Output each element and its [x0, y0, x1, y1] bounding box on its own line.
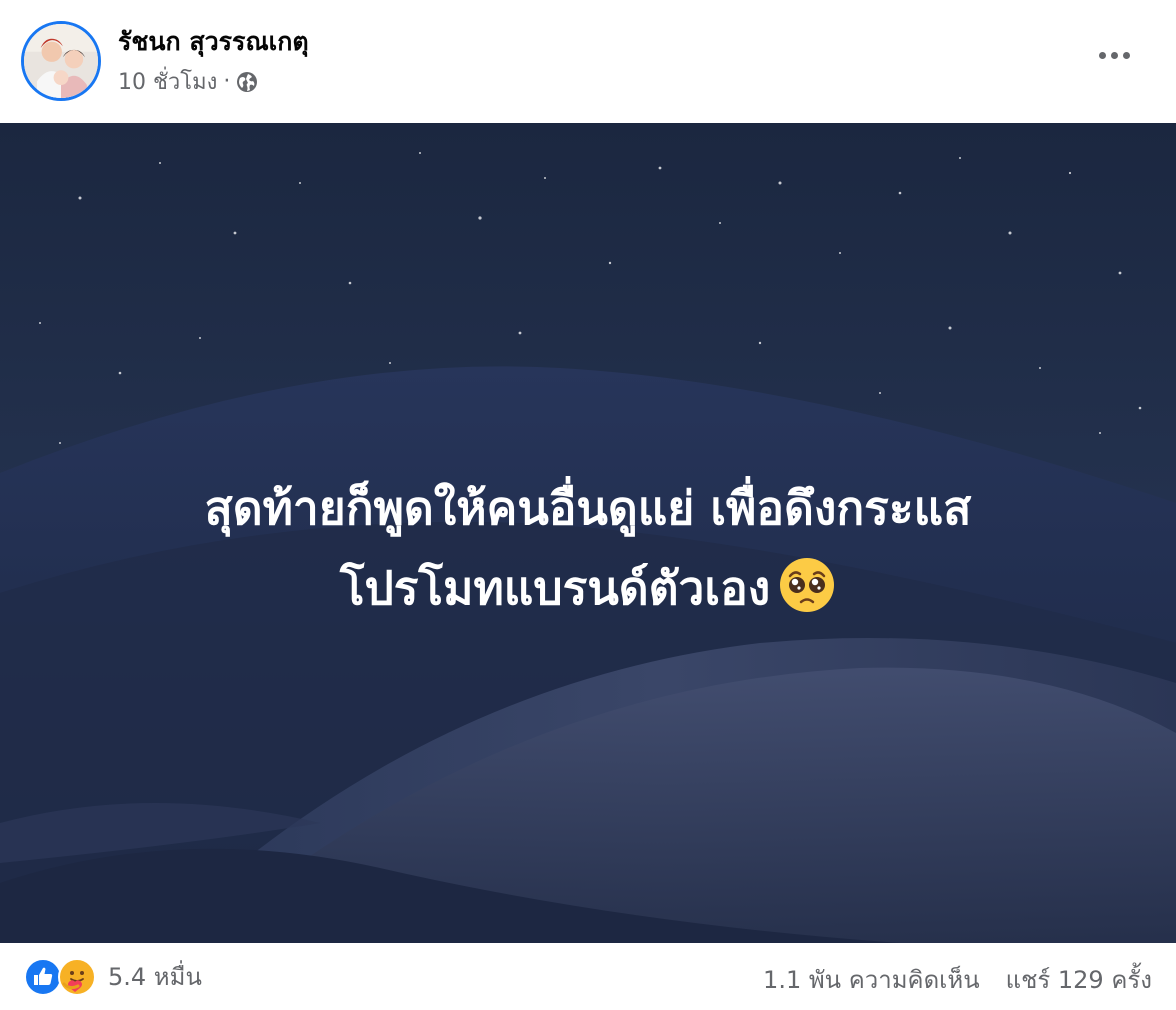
meta-separator: · — [223, 69, 231, 94]
reaction-count: 5.4 หมื่น — [108, 963, 202, 991]
post-stats: 1.1 พัน ความคิดเห็น แชร์ 129 ครั้ง — [763, 960, 1152, 999]
post-header: รัชนก สุวรรณเกตุ 10 ชั่วโมง · — [0, 0, 1176, 123]
pleading-face-emoji — [780, 558, 835, 612]
more-options-button[interactable] — [1094, 40, 1134, 70]
reactions-summary[interactable]: 5.4 หมื่น — [24, 957, 202, 996]
more-options-icon — [1098, 51, 1106, 59]
comment-count[interactable]: 1.1 พัน ความคิดเห็น — [763, 960, 980, 999]
avatar-photo — [24, 24, 98, 98]
avatar[interactable] — [21, 21, 101, 101]
author-name[interactable]: รัชนก สุวรรณเกตุ — [118, 22, 309, 62]
post-footer: 5.4 หมื่น 1.1 พัน ความคิดเห็น แชร์ 129 ค… — [0, 943, 1176, 1010]
facebook-post: รัชนก สุวรรณเกตุ 10 ชั่วโมง · สุดท้ายก็พ… — [0, 0, 1176, 1010]
share-count[interactable]: แชร์ 129 ครั้ง — [1006, 960, 1152, 999]
care-icon — [58, 957, 96, 996]
post-text-line-1: สุดท้ายก็พูดให้คนอื่นดูแย่ เพื่อดึงกระแส — [204, 481, 972, 535]
post-text-line-2-text: โปรโมทแบรนด์ตัวเอง — [339, 561, 771, 615]
globe-icon — [237, 71, 258, 92]
post-time[interactable]: 10 ชั่วโมง — [118, 64, 217, 99]
post-text: สุดท้ายก็พูดให้คนอื่นดูแย่ เพื่อดึงกระแส… — [0, 468, 1176, 628]
post-text-line-2: โปรโมทแบรนด์ตัวเอง — [0, 548, 1176, 628]
post-image[interactable]: สุดท้ายก็พูดให้คนอื่นดูแย่ เพื่อดึงกระแส… — [0, 123, 1176, 943]
post-meta: 10 ชั่วโมง · — [118, 64, 258, 99]
like-icon — [24, 957, 62, 996]
